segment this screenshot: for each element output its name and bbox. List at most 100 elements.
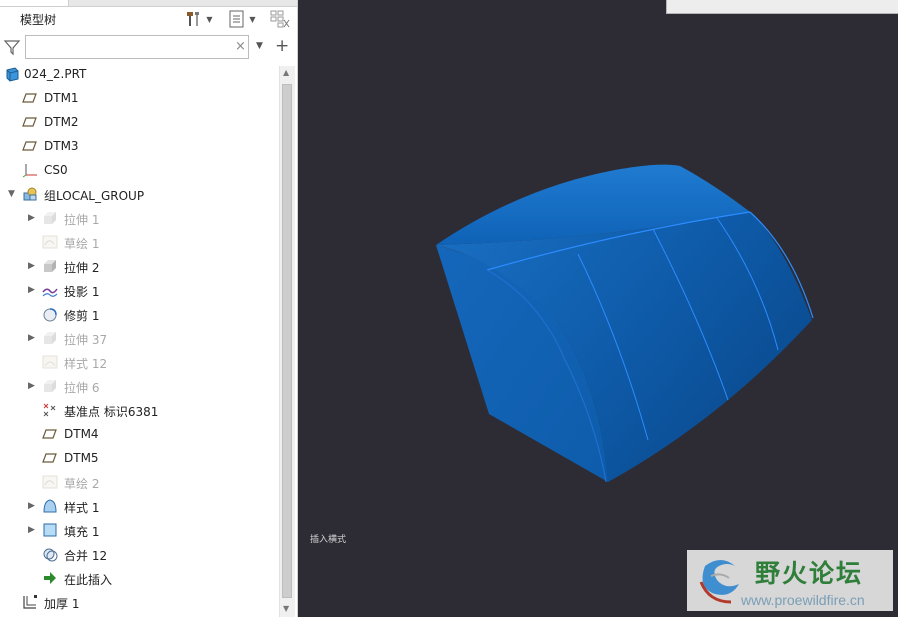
tree-item[interactable]: 样式 12 [0, 350, 278, 374]
chevron-down-icon[interactable]: ▼ [256, 41, 263, 51]
clear-icon[interactable]: × [235, 39, 246, 54]
panel-tab[interactable] [0, 0, 69, 6]
tree-item-label: 投影 1 [64, 285, 100, 299]
tree-item[interactable]: 基准点 标识6381 [0, 398, 278, 422]
tree-item-label: 样式 1 [64, 501, 100, 515]
tree-item[interactable]: ▶ 拉伸 37 [0, 326, 278, 350]
tree-item[interactable]: DTM5 [0, 446, 278, 470]
tree-item-label: DTM4 [64, 427, 99, 441]
watermark-title: 野火论坛 [755, 559, 864, 588]
sketch-icon [42, 235, 58, 249]
tree-item-label: 草绘 1 [64, 237, 100, 251]
panel-title: 模型树 [20, 13, 57, 27]
fill-icon [43, 523, 57, 537]
model-tree: 024_2.PRT DTM1 DTM2 DTM3 CS0 ▼ 组LOCAL_GROUP ▶ 拉伸… [0, 62, 278, 617]
tree-item[interactable]: 修剪 1 [0, 302, 278, 326]
search-input[interactable] [25, 35, 249, 59]
add-column-button[interactable]: + [275, 36, 289, 56]
expand-arrow-icon[interactable]: ▶ [28, 500, 38, 512]
insert-here-icon [44, 572, 56, 584]
tree-item-label: CS0 [44, 163, 68, 177]
tree-grid-icon [270, 10, 290, 28]
tree-item-label: 024_2.PRT [24, 67, 87, 81]
tree-item[interactable]: DTM2 [0, 110, 278, 134]
part-icon [6, 67, 19, 82]
expand-arrow-icon[interactable]: ▶ [28, 524, 38, 536]
vertical-scrollbar[interactable]: ▲ ▼ [279, 66, 295, 617]
show-options-button[interactable]: ▼ [223, 9, 261, 29]
tree-item[interactable]: 024_2.PRT [0, 62, 278, 86]
scroll-down-icon[interactable]: ▼ [283, 604, 289, 613]
extrude-icon [44, 380, 56, 392]
tree-item[interactable]: ▶ 样式 1 [0, 494, 278, 518]
extrude-icon [44, 332, 56, 344]
tree-item-label: 修剪 1 [64, 309, 100, 323]
tree-item[interactable]: 合并 12 [0, 542, 278, 566]
tree-item[interactable]: 草绘 1 [0, 230, 278, 254]
tree-item-label: 草绘 2 [64, 477, 100, 491]
tree-item-label: 拉伸 6 [64, 381, 100, 395]
tree-item[interactable]: 加厚 1 [0, 590, 278, 614]
collapse-arrow-icon[interactable]: ▼ [8, 188, 18, 200]
tree-item-label: 组LOCAL_GROUP [44, 189, 145, 203]
tree-item[interactable]: ▶ 拉伸 2 [0, 254, 278, 278]
group-icon [23, 187, 37, 201]
tree-item-label: 样式 12 [64, 357, 108, 371]
surface-model[interactable] [303, 0, 898, 617]
tree-item[interactable]: DTM4 [0, 422, 278, 446]
tree-item[interactable]: ▶ 拉伸 1 [0, 206, 278, 230]
expand-arrow-icon[interactable]: ▶ [28, 260, 38, 272]
filter-row: × ▼ + [0, 34, 297, 60]
datum-plane-icon [42, 429, 57, 439]
projection-icon [42, 288, 58, 297]
chevron-down-icon: ▼ [206, 14, 213, 24]
tree-item[interactable]: ▶ 投影 1 [0, 278, 278, 302]
extrude-icon [44, 260, 56, 272]
settings-tools-button[interactable]: ▼ [180, 9, 218, 29]
tree-item-label: 基准点 标识6381 [64, 405, 159, 419]
coordinate-system-icon [22, 164, 37, 178]
graphics-viewport[interactable]: 插入横式 野火论坛 www.proewildfire.cn [303, 0, 898, 617]
expand-arrow-icon[interactable]: ▶ [28, 212, 38, 224]
expand-arrow-icon[interactable]: ▶ [28, 380, 38, 392]
filter-icon[interactable] [3, 38, 21, 56]
datum-plane-icon [22, 93, 37, 103]
tree-item-label: 合并 12 [64, 549, 108, 563]
tree-item[interactable]: DTM1 [0, 86, 278, 110]
scroll-up-icon[interactable]: ▲ [283, 68, 289, 77]
tree-item-label: 加厚 1 [44, 597, 80, 611]
tree-item[interactable]: 草绘 2 [0, 470, 278, 494]
tree-item-label: 拉伸 37 [64, 333, 108, 347]
chevron-down-icon: ▼ [249, 14, 256, 24]
tree-item[interactable]: 在此插入 [0, 566, 278, 590]
datum-point-icon [43, 403, 56, 417]
tree-item[interactable]: CS0 [0, 158, 278, 182]
tree-item-label: 填充 1 [64, 525, 100, 539]
tree-item[interactable]: ▼ 组LOCAL_GROUP [0, 182, 278, 206]
expand-arrow-icon[interactable]: ▶ [28, 332, 38, 344]
merge-icon [43, 548, 58, 562]
style-icon [42, 355, 58, 369]
sketch-icon [42, 475, 58, 489]
panel-tab-strip [0, 0, 297, 7]
tree-item-label: DTM5 [64, 451, 99, 465]
extrude-icon [44, 212, 56, 224]
datum-plane-icon [42, 453, 57, 463]
tree-item-label: DTM3 [44, 139, 79, 153]
tree-item-label: 在此插入 [64, 573, 113, 587]
expand-arrow-icon[interactable]: ▶ [28, 284, 38, 296]
tree-item[interactable]: DTM3 [0, 134, 278, 158]
tree-layout-button[interactable] [268, 9, 292, 29]
tree-item-label: DTM2 [44, 115, 79, 129]
tree-item-label: DTM1 [44, 91, 79, 105]
tree-item[interactable]: ▶ 填充 1 [0, 518, 278, 542]
trim-icon [43, 308, 57, 322]
watermark-url: www.proewildfire.cn [741, 592, 865, 608]
tree-item[interactable]: ▶ 拉伸 6 [0, 374, 278, 398]
tools-icon [187, 12, 200, 26]
tree-item-label: 拉伸 1 [64, 213, 100, 227]
list-icon [229, 10, 244, 28]
scrollbar-thumb[interactable] [282, 84, 292, 598]
status-message: 插入横式 [310, 535, 347, 545]
thicken-icon [23, 595, 37, 609]
